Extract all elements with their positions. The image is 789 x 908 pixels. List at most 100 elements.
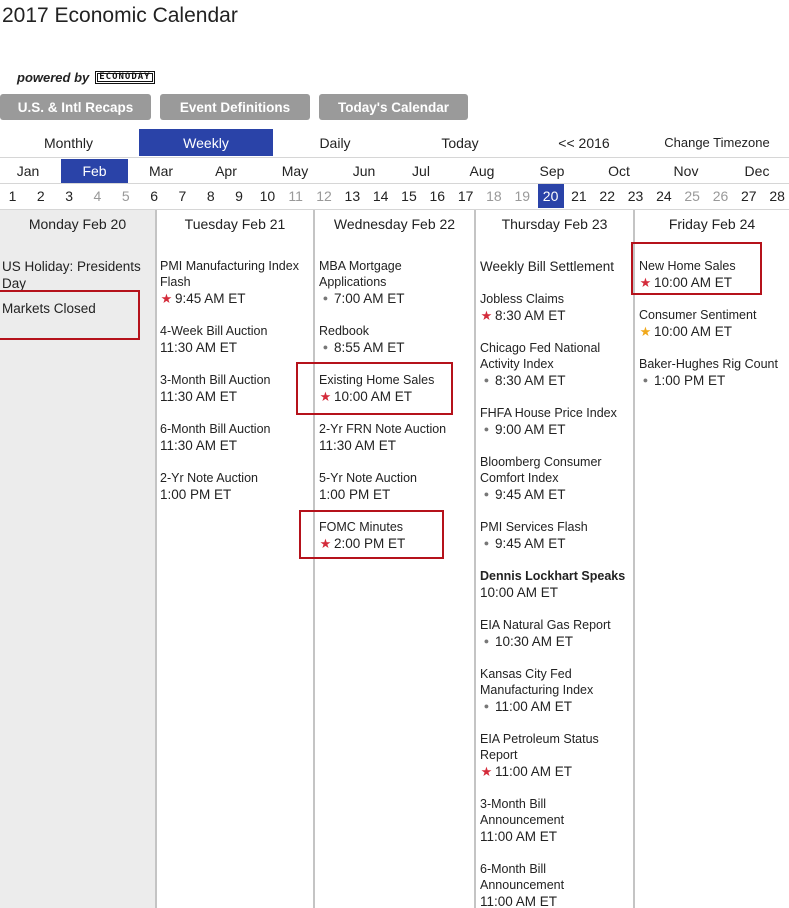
month-nov[interactable]: Nov (652, 159, 720, 183)
day-25[interactable]: 25 (679, 184, 705, 208)
day-23[interactable]: 23 (623, 184, 649, 208)
bullet-dot-icon: ● (322, 293, 329, 303)
econoday-logo[interactable]: ECONODAY (95, 71, 155, 84)
day-column-thursday: Thursday Feb 23 Weekly Bill Settlement Jo… (476, 210, 633, 908)
event-item: 6-Month Bill Auction 11:30 AM ET (160, 421, 309, 454)
day-6[interactable]: 6 (141, 184, 167, 208)
day-19[interactable]: 19 (509, 184, 535, 208)
day-3[interactable]: 3 (56, 184, 82, 208)
day-24[interactable]: 24 (651, 184, 677, 208)
event-name-link[interactable]: MBA Mortgage Applications (319, 258, 470, 290)
day-7[interactable]: 7 (169, 184, 195, 208)
event-time: 11:30 AM ET (160, 388, 309, 405)
event-name-link[interactable]: Weekly Bill Settlement (480, 258, 629, 275)
tab-monthly[interactable]: Monthly (0, 129, 137, 156)
day-18[interactable]: 18 (481, 184, 507, 208)
day-1[interactable]: 1 (0, 184, 26, 208)
day-8[interactable]: 8 (198, 184, 224, 208)
bullet-dot-icon: ● (642, 375, 649, 385)
event-name-link[interactable]: Chicago Fed National Activity Index (480, 340, 629, 372)
todays-calendar-button[interactable]: Today's Calendar (319, 94, 468, 120)
event-name-link[interactable]: US Holiday: Presidents Day (2, 258, 149, 292)
event-name-link[interactable]: 4-Week Bill Auction (160, 323, 309, 339)
event-name-link[interactable]: Dennis Lockhart Speaks (480, 568, 629, 584)
event-name-link[interactable]: Kansas City Fed Manufacturing Index (480, 666, 629, 698)
bullet-dot-icon: ● (483, 489, 490, 499)
event-definitions-button[interactable]: Event Definitions (160, 94, 310, 120)
tab-weekly[interactable]: Weekly (139, 129, 273, 156)
event-name-link[interactable]: 2-Yr Note Auction (160, 470, 309, 486)
day-selector: 1 2 3 4 5 6 7 8 9 10 11 12 13 14 15 16 17 18 19 20 21 22 23 24 2… (0, 184, 789, 208)
month-feb[interactable]: Feb (61, 159, 128, 183)
day-16[interactable]: 16 (424, 184, 450, 208)
day-11[interactable]: 11 (283, 184, 309, 208)
event-time: ● 8:30 AM ET (480, 372, 629, 389)
previous-year-link[interactable]: << 2016 (523, 129, 645, 156)
event-name-link[interactable]: Bloomberg Consumer Comfort Index (480, 454, 629, 486)
event-name-link[interactable]: 5-Yr Note Auction (319, 470, 470, 486)
month-dec[interactable]: Dec (723, 159, 789, 183)
event-time-text: 9:45 AM ET (495, 536, 566, 551)
day-21[interactable]: 21 (566, 184, 592, 208)
event-name-link[interactable]: PMI Manufacturing Index Flash (160, 258, 309, 290)
event-time-text: 11:30 AM ET (160, 340, 238, 355)
event-time-text: 11:00 AM ET (480, 829, 558, 844)
month-may[interactable]: May (261, 159, 329, 183)
event-time-text: 11:30 AM ET (160, 389, 238, 404)
day-9[interactable]: 9 (226, 184, 252, 208)
event-item: 2-Yr Note Auction 1:00 PM ET (160, 470, 309, 503)
day-header: Tuesday Feb 21 (184, 216, 286, 232)
day-27[interactable]: 27 (736, 184, 762, 208)
day-28[interactable]: 28 (764, 184, 789, 208)
event-name-link[interactable]: 3-Month Bill Announcement (480, 796, 629, 828)
bullet-dot-icon: ● (483, 701, 490, 711)
event-time-text: 8:30 AM ET (495, 373, 566, 388)
highlight-box-existing-home-sales (296, 362, 453, 415)
day-26[interactable]: 26 (708, 184, 734, 208)
recaps-button[interactable]: U.S. & Intl Recaps (0, 94, 151, 120)
event-time-text: 9:00 AM ET (495, 422, 566, 437)
event-item: 4-Week Bill Auction 11:30 AM ET (160, 323, 309, 356)
day-5[interactable]: 5 (113, 184, 139, 208)
day-20[interactable]: 20 (537, 184, 564, 208)
event-name-link[interactable]: EIA Petroleum Status Report (480, 731, 629, 763)
event-name-link[interactable]: 3-Month Bill Auction (160, 372, 309, 388)
event-time-text: 11:00 AM ET (495, 764, 573, 779)
event-name-link[interactable]: FHFA House Price Index (480, 405, 629, 421)
event-name-link[interactable]: Consumer Sentiment (639, 307, 785, 323)
event-name-link[interactable]: EIA Natural Gas Report (480, 617, 629, 633)
event-name-link[interactable]: PMI Services Flash (480, 519, 629, 535)
event-item: PMI Manufacturing Index Flash ★ 9:45 AM ET (160, 258, 309, 307)
event-name-link[interactable]: 2-Yr FRN Note Auction (319, 421, 470, 437)
event-name-link[interactable]: Jobless Claims (480, 291, 629, 307)
month-oct[interactable]: Oct (585, 159, 653, 183)
day-13[interactable]: 13 (339, 184, 365, 208)
month-jan[interactable]: Jan (0, 159, 62, 183)
month-aug[interactable]: Aug (448, 159, 516, 183)
change-timezone-link[interactable]: Change Timezone (645, 129, 789, 156)
event-time-text: 10:00 AM ET (654, 324, 733, 339)
month-mar[interactable]: Mar (127, 159, 195, 183)
event-time: ● 1:00 PM ET (639, 372, 785, 389)
event-name-link[interactable]: Redbook (319, 323, 470, 339)
day-12[interactable]: 12 (311, 184, 337, 208)
day-4[interactable]: 4 (84, 184, 110, 208)
day-15[interactable]: 15 (396, 184, 422, 208)
event-time-text: 11:00 AM ET (495, 699, 573, 714)
event-name-link[interactable]: Baker-Hughes Rig Count (639, 356, 785, 372)
tab-today[interactable]: Today (397, 129, 523, 156)
event-time: ★ 8:30 AM ET (480, 307, 629, 324)
day-10[interactable]: 10 (254, 184, 280, 208)
month-sep[interactable]: Sep (518, 159, 586, 183)
tab-daily[interactable]: Daily (273, 129, 397, 156)
day-17[interactable]: 17 (453, 184, 479, 208)
month-apr[interactable]: Apr (192, 159, 260, 183)
star-icon: ★ (160, 291, 173, 306)
day-2[interactable]: 2 (28, 184, 54, 208)
day-22[interactable]: 22 (594, 184, 620, 208)
month-jul[interactable]: Jul (387, 159, 455, 183)
event-name-link[interactable]: 6-Month Bill Auction (160, 421, 309, 437)
day-14[interactable]: 14 (368, 184, 394, 208)
event-time: ★ 9:45 AM ET (160, 290, 309, 307)
event-name-link[interactable]: 6-Month Bill Announcement (480, 861, 629, 893)
